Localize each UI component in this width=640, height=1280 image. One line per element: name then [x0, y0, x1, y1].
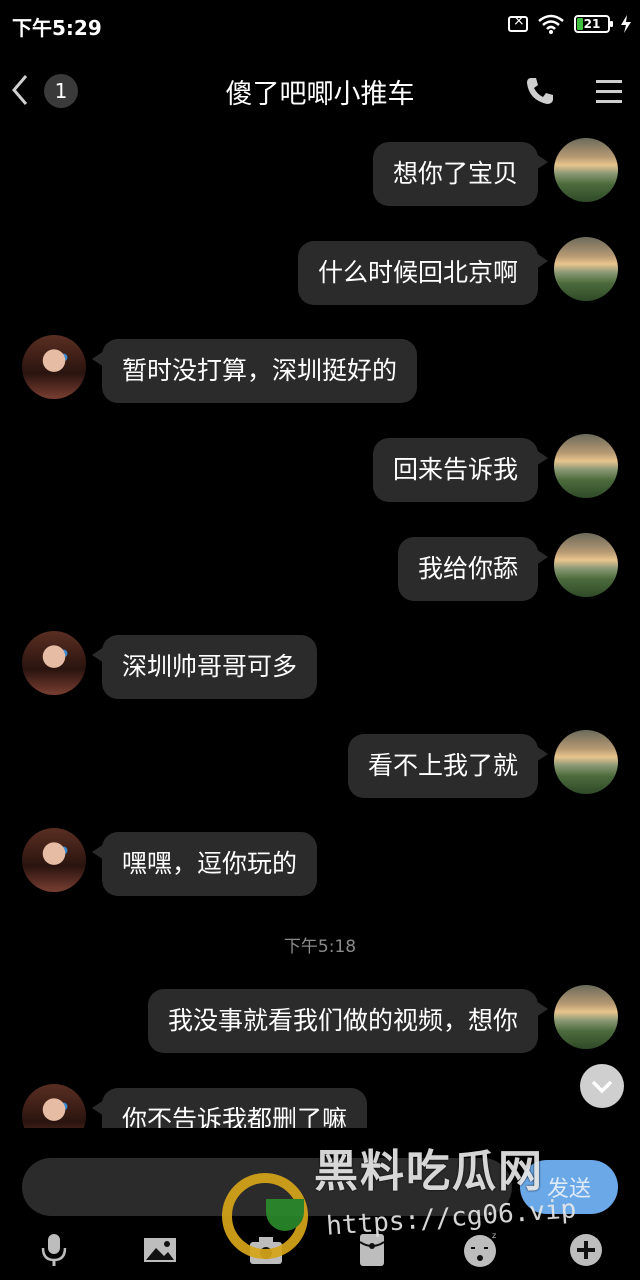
avatar-me[interactable]: [554, 730, 618, 794]
message-bubble[interactable]: 什么时候回北京啊: [297, 241, 549, 305]
avatar-contact[interactable]: [22, 631, 86, 695]
chevron-down-icon: [591, 1080, 613, 1094]
red-packet-icon[interactable]: [352, 1230, 392, 1270]
phone-call-icon[interactable]: [523, 74, 557, 108]
microphone-icon[interactable]: [34, 1230, 74, 1270]
message-row: 什么时候回北京啊: [0, 237, 640, 309]
message-bubble[interactable]: 回来告诉我: [372, 438, 549, 502]
chat-header: 1 傻了吧唧小推车: [0, 50, 640, 130]
avatar-me[interactable]: [554, 533, 618, 597]
charging-icon: [620, 15, 632, 33]
camera-icon[interactable]: [246, 1230, 286, 1270]
message-bubble[interactable]: 我没事就看我们做的视频，想你: [147, 989, 549, 1053]
message-bubble[interactable]: 你不告诉我都删了嘛: [91, 1088, 368, 1128]
input-bar: 发送 z: [0, 1128, 640, 1280]
message-bubble[interactable]: 想你了宝贝: [372, 142, 549, 206]
message-row: 想你了宝贝: [0, 138, 640, 210]
status-bar: 下午5:29 21: [0, 0, 640, 48]
input-toolbar: z: [0, 1224, 640, 1280]
avatar-contact[interactable]: [22, 1084, 86, 1128]
avatar-contact[interactable]: [22, 828, 86, 892]
plus-icon[interactable]: [566, 1230, 606, 1270]
emoji-icon[interactable]: z: [460, 1230, 500, 1270]
message-bubble[interactable]: 我给你舔: [397, 537, 549, 601]
message-list[interactable]: 想你了宝贝 什么时候回北京啊 暂时没打算，深圳挺好的 回来告诉我 我给你舔 深圳…: [0, 130, 640, 1128]
svg-text:z: z: [492, 1231, 496, 1240]
message-row: 看不上我了就: [0, 730, 640, 802]
message-bubble[interactable]: 嘿嘿，逗你玩的: [91, 832, 318, 896]
message-row: 回来告诉我: [0, 434, 640, 506]
wifi-icon: [538, 14, 564, 34]
message-bubble[interactable]: 暂时没打算，深圳挺好的: [91, 339, 418, 403]
scroll-to-bottom-button[interactable]: [580, 1064, 624, 1108]
battery-icon: 21: [574, 15, 613, 33]
message-bubble[interactable]: 看不上我了就: [347, 734, 549, 798]
message-row: 暂时没打算，深圳挺好的: [0, 335, 640, 407]
avatar-me[interactable]: [554, 985, 618, 1049]
send-button[interactable]: 发送: [520, 1160, 618, 1214]
no-sim-icon: [508, 13, 528, 32]
image-icon[interactable]: [140, 1230, 180, 1270]
avatar-me[interactable]: [554, 434, 618, 498]
avatar-me[interactable]: [554, 237, 618, 301]
status-icons: 21: [508, 12, 632, 36]
message-row: 你不告诉我都删了嘛: [0, 1084, 640, 1128]
message-row: 嘿嘿，逗你玩的: [0, 828, 640, 900]
avatar-me[interactable]: [554, 138, 618, 202]
message-row: 我给你舔: [0, 533, 640, 605]
message-row: 深圳帅哥哥可多: [0, 631, 640, 703]
avatar-contact[interactable]: [22, 335, 86, 399]
message-bubble[interactable]: 深圳帅哥哥可多: [91, 635, 318, 699]
message-timestamp: 下午5:18: [283, 937, 357, 957]
message-input[interactable]: [22, 1158, 512, 1216]
menu-icon[interactable]: [586, 72, 632, 112]
status-time: 下午5:29: [12, 16, 102, 40]
message-row: 我没事就看我们做的视频，想你: [0, 985, 640, 1057]
